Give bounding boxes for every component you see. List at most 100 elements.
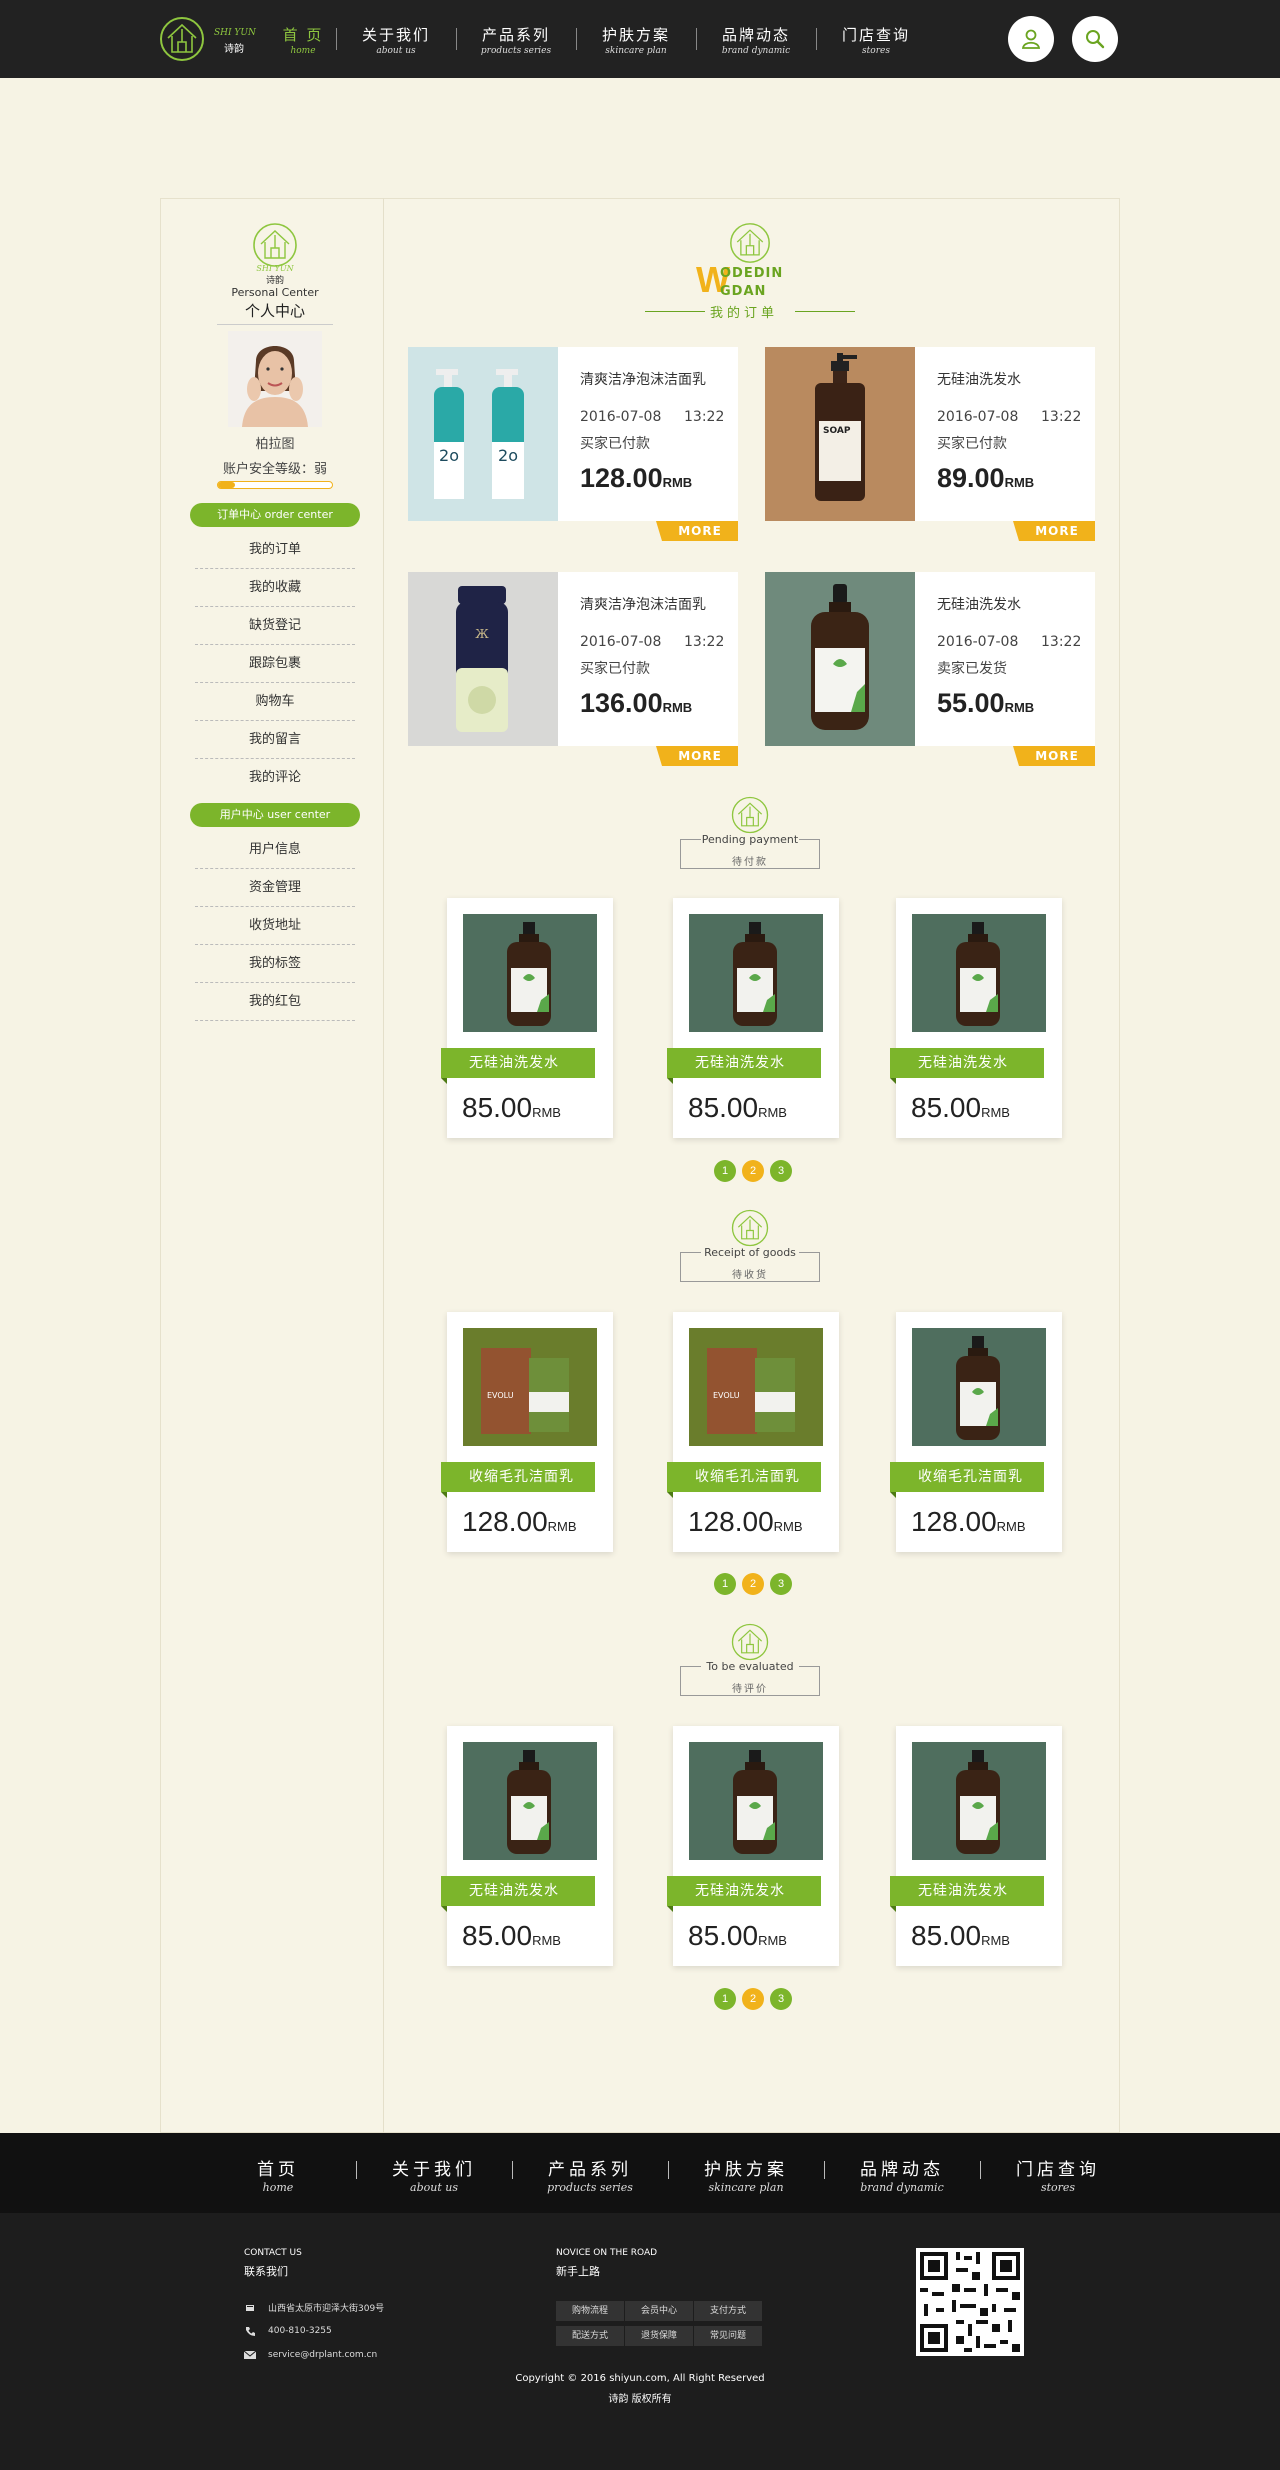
order-card[interactable]: SOAP 无硅油洗发水 2016-07-08 13:22 买家已付款 89.00… bbox=[765, 347, 1095, 541]
order-card[interactable]: 无硅油洗发水 2016-07-08 13:22 卖家已发货 55.00RMB M… bbox=[765, 572, 1095, 766]
footer-nav-about[interactable]: 关于我们 about us bbox=[356, 2155, 512, 2194]
phone-number[interactable]: 400-810-3255 bbox=[268, 2326, 332, 2336]
sidebar-item-address[interactable]: 收货地址 bbox=[195, 907, 355, 945]
product-card[interactable]: 无硅油洗发水 85.00RMB bbox=[890, 898, 1062, 1138]
sidebar-item-cart[interactable]: 购物车 bbox=[195, 683, 355, 721]
more-button[interactable]: MORE bbox=[1013, 746, 1095, 766]
price-unit: RMB bbox=[547, 1519, 577, 1534]
user-center-header[interactable]: 用户中心 user center bbox=[190, 803, 360, 827]
page-button[interactable]: 1 bbox=[714, 1573, 736, 1595]
product-card[interactable]: 无硅油洗发水 85.00RMB bbox=[667, 898, 839, 1138]
footer-link-member-center[interactable]: 会员中心 bbox=[625, 2301, 693, 2321]
product-name[interactable]: 无硅油洗发水 bbox=[937, 369, 1021, 389]
product-card[interactable]: EVOLU 收缩毛孔洁面乳 128.00RMB bbox=[667, 1312, 839, 1552]
product-name-tag[interactable]: 收缩毛孔洁面乳 bbox=[441, 1462, 595, 1498]
email-address[interactable]: service@drplant.com.cn bbox=[268, 2350, 377, 2360]
nav-item-skincare[interactable]: 护肤方案 skincare plan bbox=[576, 24, 696, 56]
sidebar-item-messages[interactable]: 我的留言 bbox=[195, 721, 355, 759]
footer-nav-products[interactable]: 产品系列 products series bbox=[512, 2155, 668, 2194]
product-name[interactable]: 无硅油洗发水 bbox=[937, 594, 1021, 614]
nav-item-home[interactable]: 首 页 home bbox=[270, 24, 336, 56]
section-title-en: Pending payment bbox=[701, 833, 799, 846]
page-button[interactable]: 3 bbox=[770, 1573, 792, 1595]
product-name-tag[interactable]: 无硅油洗发水 bbox=[667, 1048, 821, 1084]
security-level-bar bbox=[217, 481, 333, 489]
product-name-tag[interactable]: 收缩毛孔洁面乳 bbox=[667, 1462, 821, 1498]
page-button[interactable]: 2 bbox=[742, 1160, 764, 1182]
page-button[interactable]: 1 bbox=[714, 1988, 736, 2010]
product-name-tag[interactable]: 无硅油洗发水 bbox=[441, 1876, 595, 1912]
page-button[interactable]: 2 bbox=[742, 1988, 764, 2010]
footer-link-faq[interactable]: 常见问题 bbox=[694, 2326, 762, 2346]
footer-nav-home[interactable]: 首页 home bbox=[200, 2155, 356, 2194]
sidebar-item-favorites[interactable]: 我的收藏 bbox=[195, 569, 355, 607]
nav-sublabel: skincare plan bbox=[605, 46, 667, 56]
order-price: 55.00RMB bbox=[937, 688, 1034, 719]
order-time: 13:22 bbox=[684, 634, 725, 650]
sidebar-item-tags[interactable]: 我的标签 bbox=[195, 945, 355, 983]
footer: CONTACT US 联系我们 山西省太原市迎泽大街309号 400-810-3… bbox=[0, 2213, 1280, 2470]
product-card[interactable]: 无硅油洗发水 85.00RMB bbox=[890, 1726, 1062, 1966]
footer-nav-skincare[interactable]: 护肤方案 skincare plan bbox=[668, 2155, 824, 2194]
product-name[interactable]: 清爽洁净泡沫洁面乳 bbox=[580, 369, 706, 389]
price-unit: RMB bbox=[662, 700, 693, 715]
nav-item-about[interactable]: 关于我们 about us bbox=[336, 24, 456, 56]
nav-item-brand[interactable]: 品牌动态 brand dynamic bbox=[696, 24, 816, 56]
more-button[interactable]: MORE bbox=[1013, 521, 1095, 541]
footer-link-shopping-process[interactable]: 购物流程 bbox=[556, 2301, 624, 2321]
more-button[interactable]: MORE bbox=[656, 746, 738, 766]
brand-logo[interactable]: SHI YUN 诗韵 bbox=[158, 16, 288, 62]
sidebar-item-reviews[interactable]: 我的评论 bbox=[195, 759, 355, 797]
product-name[interactable]: 清爽洁净泡沫洁面乳 bbox=[580, 594, 706, 614]
price-unit: RMB bbox=[1004, 475, 1035, 490]
footer-link-returns[interactable]: 退货保障 bbox=[625, 2326, 693, 2346]
order-time: 13:22 bbox=[1041, 634, 1082, 650]
product-card[interactable]: 收缩毛孔洁面乳 128.00RMB bbox=[890, 1312, 1062, 1552]
price-unit: RMB bbox=[532, 1105, 561, 1120]
sidebar-item-my-orders[interactable]: 我的订单 bbox=[195, 531, 355, 569]
product-card[interactable]: 无硅油洗发水 85.00RMB bbox=[441, 1726, 613, 1966]
order-card[interactable]: 2o 2o 清爽洁净泡沫洁面乳 2016-07-08 13:22 买家已付款 1… bbox=[408, 347, 738, 541]
page-button[interactable]: 3 bbox=[770, 1988, 792, 2010]
more-button[interactable]: MORE bbox=[656, 521, 738, 541]
price-unit: RMB bbox=[662, 475, 693, 490]
page-button[interactable]: 2 bbox=[742, 1573, 764, 1595]
product-name-tag[interactable]: 无硅油洗发水 bbox=[441, 1048, 595, 1084]
heading-rule-left bbox=[645, 311, 705, 312]
order-center-header[interactable]: 订单中心 order center bbox=[190, 503, 360, 527]
nav-label: 首页 bbox=[257, 2160, 299, 2180]
nav-item-products[interactable]: 产品系列 products series bbox=[456, 24, 576, 56]
sidebar-item-funds[interactable]: 资金管理 bbox=[195, 869, 355, 907]
product-name-tag[interactable]: 收缩毛孔洁面乳 bbox=[890, 1462, 1044, 1498]
product-card[interactable]: 无硅油洗发水 85.00RMB bbox=[441, 898, 613, 1138]
order-card[interactable]: Ж 清爽洁净泡沫洁面乳 2016-07-08 13:22 买家已付款 136.0… bbox=[408, 572, 738, 766]
sidebar-item-out-of-stock[interactable]: 缺货登记 bbox=[195, 607, 355, 645]
user-button[interactable] bbox=[1008, 16, 1054, 62]
footer-nav-brand[interactable]: 品牌动态 brand dynamic bbox=[824, 2155, 980, 2194]
house-logo-icon bbox=[731, 1209, 769, 1247]
footer-link-delivery[interactable]: 配送方式 bbox=[556, 2326, 624, 2346]
product-name-tag[interactable]: 无硅油洗发水 bbox=[890, 1048, 1044, 1084]
product-image: EVOLU bbox=[689, 1328, 823, 1446]
nav-sublabel: home bbox=[290, 46, 316, 56]
order-date: 2016-07-08 bbox=[580, 634, 662, 650]
sidebar-item-user-info[interactable]: 用户信息 bbox=[195, 831, 355, 869]
footer-nav-stores[interactable]: 门店查询 stores bbox=[980, 2155, 1136, 2194]
product-name-tag[interactable]: 无硅油洗发水 bbox=[667, 1876, 821, 1912]
avatar[interactable] bbox=[228, 331, 322, 427]
nav-sublabel: stores bbox=[1040, 2181, 1076, 2194]
product-image bbox=[912, 1328, 1046, 1446]
search-button[interactable] bbox=[1072, 16, 1118, 62]
footer-navigation: 首页 home 关于我们 about us 产品系列 products seri… bbox=[0, 2133, 1280, 2213]
page-button[interactable]: 3 bbox=[770, 1160, 792, 1182]
nav-item-stores[interactable]: 门店查询 stores bbox=[816, 24, 936, 56]
sidebar-item-red-packets[interactable]: 我的红包 bbox=[195, 983, 355, 1021]
product-card[interactable]: EVOLU 收缩毛孔洁面乳 128.00RMB bbox=[441, 1312, 613, 1552]
sidebar-item-track-package[interactable]: 跟踪包裹 bbox=[195, 645, 355, 683]
order-price: 89.00RMB bbox=[937, 463, 1034, 494]
page-button[interactable]: 1 bbox=[714, 1160, 736, 1182]
search-icon bbox=[1086, 30, 1105, 49]
product-name-tag[interactable]: 无硅油洗发水 bbox=[890, 1876, 1044, 1912]
product-card[interactable]: 无硅油洗发水 85.00RMB bbox=[667, 1726, 839, 1966]
footer-link-payment[interactable]: 支付方式 bbox=[694, 2301, 762, 2321]
